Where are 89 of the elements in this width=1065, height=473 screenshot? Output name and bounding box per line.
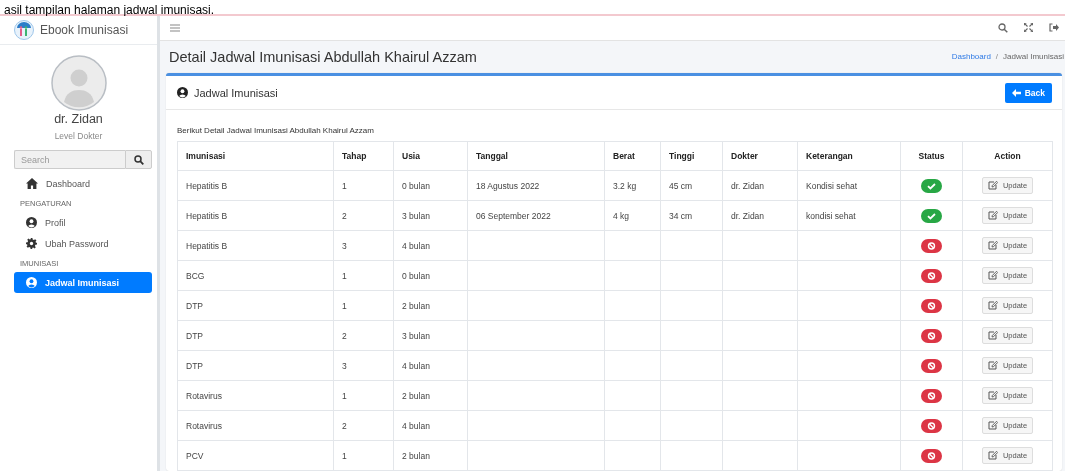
table-cell: DTP bbox=[186, 360, 203, 371]
table-cell: 0 bulan bbox=[402, 180, 430, 191]
nav-item[interactable]: Dashboard bbox=[14, 173, 152, 194]
table-cell: 4 bulan bbox=[402, 420, 430, 431]
arrow-left-icon bbox=[1011, 88, 1021, 97]
search-button[interactable] bbox=[125, 150, 152, 169]
column-header: Dokter bbox=[722, 141, 798, 171]
column-header: Action bbox=[962, 141, 1053, 171]
table-cell: DTP bbox=[186, 300, 203, 311]
breadcrumb-current: Jadwal Imunisasi bbox=[1003, 52, 1064, 62]
table-cell: 0 bulan bbox=[402, 270, 430, 281]
table-cell: Hepatitis B bbox=[186, 180, 228, 191]
nav-item[interactable]: Profil bbox=[14, 212, 152, 233]
page-title: Detail Jadwal Imunisasi Abdullah Khairul Azzam bbox=[169, 48, 478, 65]
document-caption: asil tampilan halaman jadwal imunisasi. bbox=[3, 3, 215, 17]
table-cell: Hepatitis B bbox=[186, 210, 228, 221]
edit-icon bbox=[987, 301, 998, 310]
column-header: Usia bbox=[393, 141, 468, 171]
edit-icon bbox=[987, 361, 998, 370]
table-cell: Kondisi sehat bbox=[806, 180, 858, 191]
table-cell: 34 cm bbox=[669, 210, 693, 221]
logo-icon bbox=[14, 20, 34, 40]
table-cell: 3.2 kg bbox=[613, 180, 637, 191]
table-cell: 4 bulan bbox=[402, 360, 430, 371]
nav-item[interactable]: Ubah Password bbox=[14, 233, 152, 254]
search-icon bbox=[133, 154, 144, 165]
table-cell: 45 cm bbox=[669, 180, 693, 191]
user-name: dr. Zidan bbox=[54, 112, 103, 126]
table-cell: 1 bbox=[342, 300, 347, 311]
edit-icon bbox=[987, 421, 998, 430]
edit-icon bbox=[987, 271, 998, 280]
table-cell: 3 bbox=[342, 360, 347, 371]
table-cell: Hepatitis B bbox=[186, 240, 228, 251]
user-icon bbox=[177, 87, 188, 98]
table-cell: 2 bulan bbox=[402, 450, 430, 461]
user-icon bbox=[26, 217, 37, 228]
column-header: Status bbox=[900, 141, 963, 171]
table-cell: 1 bbox=[342, 450, 347, 461]
edit-icon bbox=[987, 241, 998, 250]
description: Berikut Detail Jadwal Imunisasi Abdullah Khairul Azzam bbox=[176, 125, 375, 137]
table-cell: DTP bbox=[186, 330, 203, 341]
search-icon[interactable] bbox=[998, 22, 1008, 33]
breadcrumb-link[interactable]: Dashboard bbox=[951, 52, 991, 62]
table-cell: Rotavirus bbox=[186, 420, 222, 431]
column-header: Berat bbox=[604, 141, 661, 171]
user-level: Level Dokter bbox=[54, 131, 103, 141]
breadcrumb-separator: / bbox=[995, 52, 999, 62]
column-header: Imunisasi bbox=[177, 141, 334, 171]
table-cell: BCG bbox=[186, 270, 205, 281]
column-header: Tinggi bbox=[660, 141, 723, 171]
table-cell: 3 bulan bbox=[402, 330, 430, 341]
card-title: Jadwal Imunisasi bbox=[194, 86, 278, 99]
brand-name: Ebook Imunisasi bbox=[40, 23, 129, 37]
column-header: Keterangan bbox=[797, 141, 901, 171]
table-cell: PCV bbox=[186, 450, 204, 461]
table-cell: 1 bbox=[342, 270, 347, 281]
table-cell: kondisi sehat bbox=[806, 210, 856, 221]
table-cell: 2 bulan bbox=[402, 390, 430, 401]
home-icon bbox=[26, 178, 38, 189]
table-cell: 18 Agustus 2022 bbox=[476, 180, 540, 191]
search-field[interactable]: Search bbox=[14, 150, 125, 169]
table-cell: 4 bulan bbox=[402, 240, 430, 251]
nav-item[interactable]: Jadwal Imunisasi bbox=[14, 272, 152, 293]
edit-icon bbox=[987, 451, 998, 460]
table-cell: 1 bbox=[342, 180, 347, 191]
edit-icon bbox=[987, 181, 998, 190]
edit-icon bbox=[987, 211, 998, 220]
table-cell: 2 bbox=[342, 330, 347, 341]
table-cell: Rotavirus bbox=[186, 390, 222, 401]
table-cell: 2 bbox=[342, 420, 347, 431]
settings-icon bbox=[26, 238, 37, 249]
table-cell: 2 bbox=[342, 210, 347, 221]
column-header: Tahap bbox=[333, 141, 394, 171]
table-cell: 1 bbox=[342, 390, 347, 401]
table-cell: 3 bbox=[342, 240, 347, 251]
table-cell: 2 bulan bbox=[402, 300, 430, 311]
avatar bbox=[50, 55, 107, 111]
table-cell: dr. Zidan bbox=[731, 210, 765, 221]
fullscreen-icon[interactable] bbox=[1024, 23, 1033, 33]
table-cell: 3 bulan bbox=[402, 210, 430, 221]
table-cell: dr. Zidan bbox=[731, 180, 765, 191]
logout-icon[interactable] bbox=[1049, 23, 1059, 33]
table-cell: 06 September 2022 bbox=[476, 210, 551, 221]
user-icon bbox=[26, 277, 37, 288]
table-cell: 4 kg bbox=[613, 210, 630, 221]
back-button[interactable]: Back bbox=[1004, 82, 1052, 103]
edit-icon bbox=[987, 391, 998, 400]
edit-icon bbox=[987, 331, 998, 340]
column-header: Tanggal bbox=[467, 141, 605, 171]
